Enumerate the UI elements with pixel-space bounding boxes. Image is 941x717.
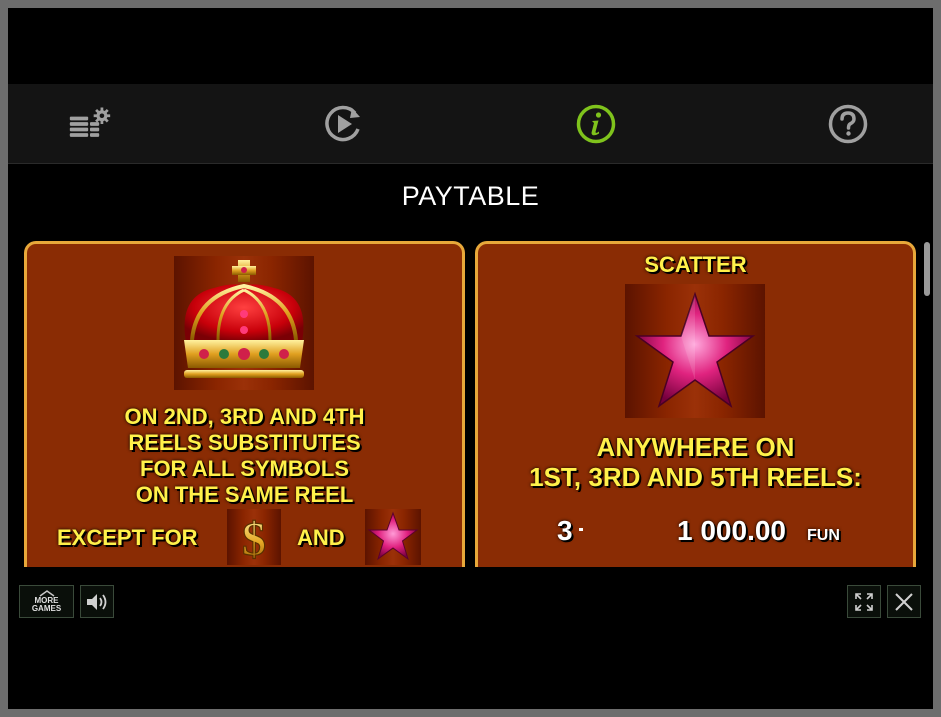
sound-button[interactable] xyxy=(80,585,114,618)
more-games-label-2: GAMES xyxy=(31,604,62,613)
info-button[interactable] xyxy=(574,102,618,146)
pay-count: 3 xyxy=(557,515,573,546)
speaker-icon xyxy=(87,593,107,610)
scatter-description: ANYWHERE ON 1ST, 3RD AND 5TH REELS: xyxy=(478,432,913,492)
svg-text:$: $ xyxy=(242,513,266,565)
dollar-symbol-box: $ xyxy=(227,509,281,567)
star-symbol-box xyxy=(365,509,421,565)
scatter-line: 1ST, 3RD AND 5TH REELS: xyxy=(529,462,862,492)
page-title: PAYTABLE xyxy=(401,181,540,211)
settings-button[interactable] xyxy=(68,102,112,146)
except-for-label: EXCEPT FOR xyxy=(57,525,198,550)
wild-line: FOR ALL SYMBOLS xyxy=(140,456,349,481)
help-button[interactable] xyxy=(826,102,870,146)
wild-symbol-box xyxy=(174,256,314,390)
pay-amount: 1 000.00 xyxy=(677,515,786,546)
menu-toolbar xyxy=(8,84,933,164)
wild-symbol-panel: ON 2ND, 3RD AND 4TH REELS SUBSTITUTES FO… xyxy=(24,241,465,567)
fullscreen-icon xyxy=(855,592,873,611)
help-icon xyxy=(828,104,868,144)
settings-icon xyxy=(69,107,111,137)
star-icon xyxy=(367,511,419,561)
wild-line: REELS SUBSTITUTES xyxy=(128,430,361,455)
wild-line: ON 2ND, 3RD AND 4TH xyxy=(124,404,365,429)
star-icon xyxy=(634,291,756,408)
wild-line: ON THE SAME REEL xyxy=(135,482,354,507)
scatter-symbol-box xyxy=(625,284,765,418)
fullscreen-button[interactable] xyxy=(847,585,881,618)
wild-description: ON 2ND, 3RD AND 4TH REELS SUBSTITUTES FO… xyxy=(27,404,462,508)
more-games-button[interactable]: MORE GAMES xyxy=(19,585,74,618)
pay-currency: FUN xyxy=(807,527,840,544)
dollar-icon: $ xyxy=(241,512,266,566)
scatter-line: ANYWHERE ON xyxy=(596,432,795,462)
game-window: PAYTABLE ON 2ND, 3RD AND 4TH REELS SUBST… xyxy=(8,8,933,709)
autoplay-icon xyxy=(325,105,360,142)
close-button[interactable] xyxy=(887,585,921,618)
crown-icon xyxy=(184,260,304,378)
scatter-title: SCATTER xyxy=(644,252,747,277)
and-label: AND xyxy=(297,525,345,550)
scatter-symbol-panel: SCATTER ANYWHERE ON 1ST, 3RD AND 5TH REE… xyxy=(475,241,916,567)
paytable-scrollbar[interactable] xyxy=(924,242,930,296)
autoplay-button[interactable] xyxy=(321,102,365,146)
close-icon xyxy=(895,592,913,611)
pay-separator-dot xyxy=(579,528,583,531)
info-icon xyxy=(576,104,616,144)
